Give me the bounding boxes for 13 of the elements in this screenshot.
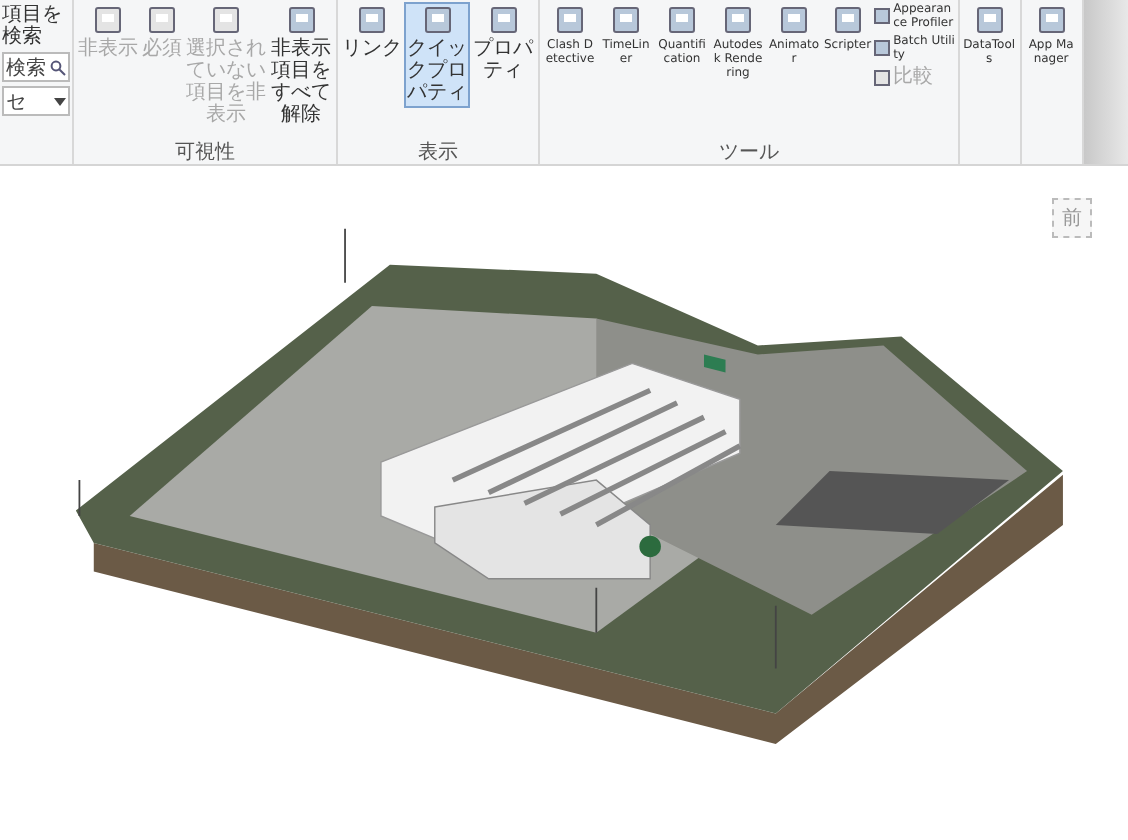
group-label: 表示 — [418, 142, 458, 164]
tool-icon — [421, 4, 453, 36]
set-dropdown[interactable]: セ — [2, 86, 70, 116]
quick-find-field[interactable]: 検索 — [2, 52, 70, 82]
group-label: 可視性 — [175, 142, 235, 164]
search-icon — [50, 59, 66, 75]
find-items-label: 項目を検索 — [2, 4, 64, 48]
caret-icon — [54, 97, 66, 105]
ribbon-button[interactable]: 非表示項目をすべて解除 — [268, 2, 334, 130]
ribbon-button[interactable]: クイックプロパティ — [404, 2, 470, 108]
ribbon-button[interactable]: プロパティ — [470, 2, 536, 86]
ribbon-button[interactable]: リンク — [340, 2, 404, 64]
group-label: ツール — [718, 142, 779, 164]
